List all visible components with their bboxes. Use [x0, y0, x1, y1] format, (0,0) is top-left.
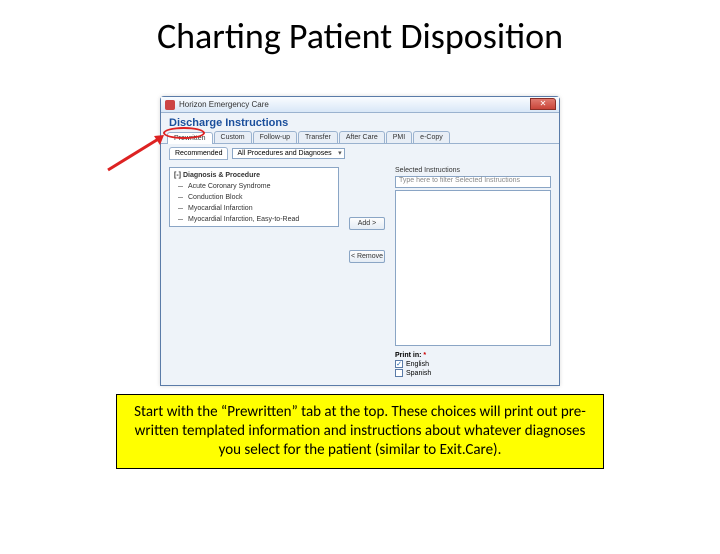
- required-asterisk: *: [423, 352, 426, 359]
- tree-item[interactable]: Myocardial Infarction, Easy-to-Read: [174, 214, 334, 225]
- caption: Start with the “Prewritten” tab at the t…: [116, 394, 604, 469]
- selected-label: Selected Instructions: [395, 167, 551, 174]
- app-icon: [165, 100, 175, 110]
- filter-row: Recommended All Procedures and Diagnoses: [161, 144, 559, 163]
- slide-title: Charting Patient Disposition: [0, 14, 720, 58]
- lang-spanish-row[interactable]: Spanish: [395, 369, 551, 377]
- print-in-label: Print in: *: [395, 352, 426, 359]
- diagnosis-tree[interactable]: [-] Diagnosis & Procedure Acute Coronary…: [169, 167, 339, 227]
- checkbox-icon[interactable]: [395, 369, 403, 377]
- print-in-section: Print in: * ✓ English Spanish: [395, 352, 551, 377]
- tab-followup[interactable]: Follow-up: [253, 131, 297, 143]
- tab-transfer[interactable]: Transfer: [298, 131, 338, 143]
- app-window: Horizon Emergency Care ✕ Discharge Instr…: [160, 96, 560, 386]
- left-column: [-] Diagnosis & Procedure Acute Coronary…: [169, 167, 339, 377]
- main-area: [-] Diagnosis & Procedure Acute Coronary…: [161, 163, 559, 381]
- selected-list[interactable]: [395, 190, 551, 346]
- tree-item[interactable]: Acute Coronary Syndrome: [174, 181, 334, 192]
- tab-pmi[interactable]: PMI: [386, 131, 412, 143]
- tab-row: Prewritten Custom Follow-up Transfer Aft…: [161, 131, 559, 144]
- right-column: Selected Instructions Type here to filte…: [395, 167, 551, 377]
- lang-english-row[interactable]: ✓ English: [395, 360, 551, 368]
- tab-ecopy[interactable]: e-Copy: [413, 131, 450, 143]
- add-button[interactable]: Add >: [349, 217, 385, 230]
- titlebar: Horizon Emergency Care ✕: [161, 97, 559, 113]
- tab-prewritten[interactable]: Prewritten: [167, 132, 213, 144]
- filter-input[interactable]: Type here to filter Selected Instruction…: [395, 176, 551, 188]
- tree-item[interactable]: Myocardial Infarction: [174, 203, 334, 214]
- tab-custom[interactable]: Custom: [214, 131, 252, 143]
- section-heading: Discharge Instructions: [161, 113, 559, 131]
- transfer-buttons: Add > < Remove: [347, 167, 387, 377]
- category-dropdown[interactable]: All Procedures and Diagnoses: [232, 148, 344, 159]
- checkbox-checked-icon[interactable]: ✓: [395, 360, 403, 368]
- tree-root-label: Diagnosis & Procedure: [183, 172, 260, 179]
- tab-aftercare[interactable]: After Care: [339, 131, 385, 143]
- lang-label: Spanish: [406, 370, 431, 377]
- app-title: Horizon Emergency Care: [179, 100, 269, 109]
- close-button[interactable]: ✕: [530, 98, 556, 110]
- tree-item[interactable]: Conduction Block: [174, 192, 334, 203]
- subtab-recommended[interactable]: Recommended: [169, 147, 228, 160]
- lang-label: English: [406, 361, 429, 368]
- collapse-icon[interactable]: [-]: [174, 172, 181, 179]
- tree-root[interactable]: [-] Diagnosis & Procedure: [174, 170, 334, 181]
- remove-button[interactable]: < Remove: [349, 250, 385, 263]
